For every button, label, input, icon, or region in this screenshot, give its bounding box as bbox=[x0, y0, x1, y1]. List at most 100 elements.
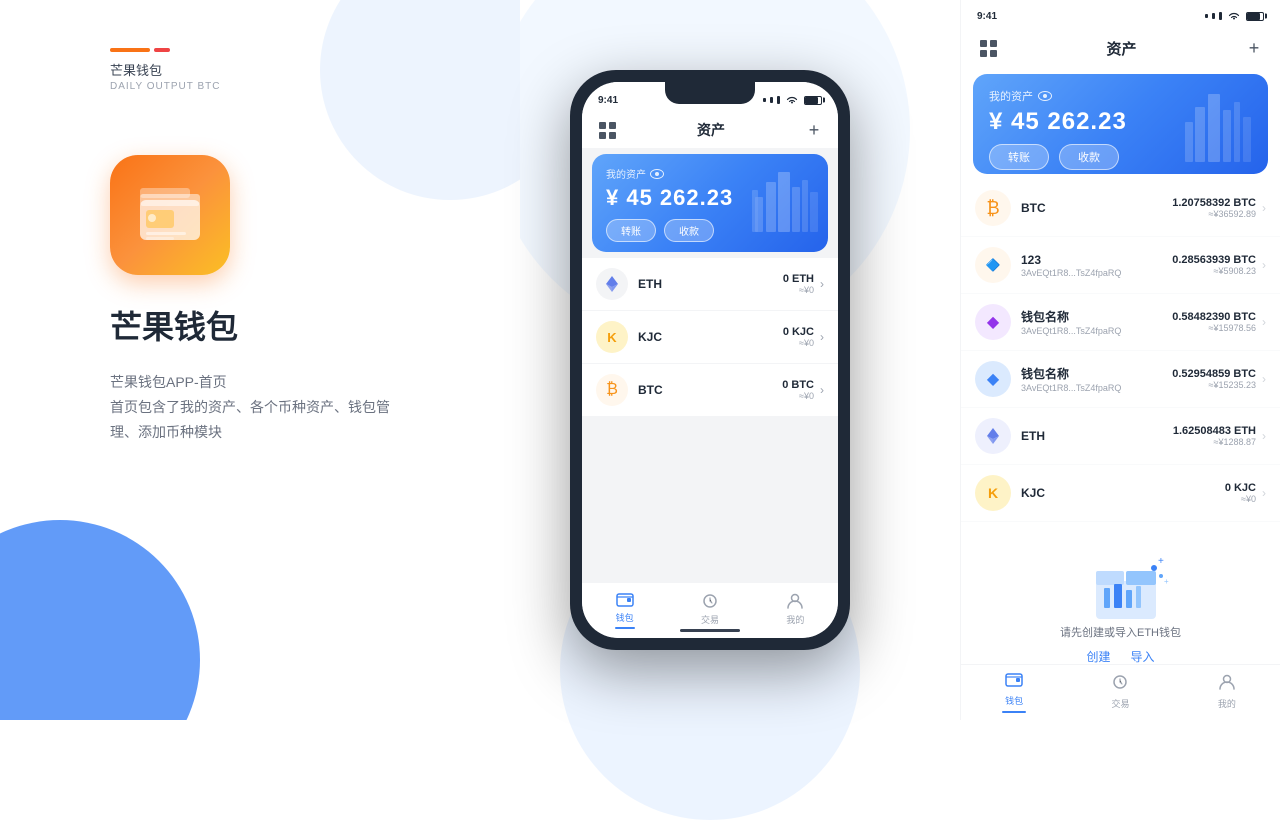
rp-kjc-icon: K bbox=[975, 475, 1011, 511]
rp-eth-balance: 1.62508483 ETH ≈¥1288.87 bbox=[1173, 425, 1256, 447]
nav-tx[interactable]: 交易 bbox=[667, 591, 752, 630]
rp-statusbar: 9:41 bbox=[961, 0, 1280, 28]
signal-bar-2 bbox=[770, 97, 773, 103]
nav-wallet[interactable]: 钱包 bbox=[582, 589, 667, 633]
nav-tx-label: 交易 bbox=[701, 613, 719, 626]
nav-profile[interactable]: 我的 bbox=[753, 591, 838, 630]
phone-header: 资产 + bbox=[582, 112, 838, 148]
rp-grid-dot bbox=[980, 40, 987, 47]
rp-nav-tx[interactable]: 交易 bbox=[1067, 674, 1173, 712]
rp-my-asset-text: 我的资产 bbox=[989, 88, 1033, 104]
rp-grid-dot bbox=[990, 50, 997, 57]
nav-profile-label: 我的 bbox=[786, 613, 804, 626]
svg-text:+: + bbox=[1158, 556, 1164, 567]
signal-bar-1 bbox=[763, 98, 766, 102]
eth-name: ETH bbox=[638, 277, 783, 291]
import-eth-wallet-link[interactable]: 导入 bbox=[1131, 648, 1155, 664]
rp-wallet2-value: ≈¥15235.23 bbox=[1172, 380, 1256, 390]
grid-dot bbox=[609, 122, 616, 129]
rp-wallet1-balance: 0.58482390 BTC ≈¥15978.56 bbox=[1172, 311, 1256, 333]
rp-grid-icon[interactable] bbox=[977, 37, 999, 59]
rp-coin-123[interactable]: 🔷 123 3AvEQt1R8...TsZ4fpaRQ 0.28563939 B… bbox=[961, 237, 1280, 294]
kjc-arrow-icon: › bbox=[820, 330, 824, 344]
tx-nav-icon bbox=[700, 591, 720, 611]
eth-wallet-creation-box: + + 请先创建或导入ETH钱包 创建 导入 bbox=[973, 532, 1268, 664]
battery-icon bbox=[804, 96, 822, 105]
rp-123-info: 123 3AvEQt1R8...TsZ4fpaRQ bbox=[1021, 253, 1172, 278]
rp-wallet-nav-icon bbox=[1005, 671, 1023, 692]
rp-tx-icon-svg bbox=[1111, 674, 1129, 690]
card-illustration bbox=[750, 162, 820, 232]
rp-asset-card: 我的资产 ¥ 45 262.23 转账 收款 bbox=[973, 74, 1268, 174]
wallet-svg-icon bbox=[130, 180, 210, 250]
rp-coin-wallet2[interactable]: ◆ 钱包名称 3AvEQt1R8...TsZ4fpaRQ 0.52954859 … bbox=[961, 351, 1280, 408]
phone-header-title: 资产 bbox=[697, 120, 725, 140]
rp-wallet2-info: 钱包名称 3AvEQt1R8...TsZ4fpaRQ bbox=[1021, 365, 1172, 393]
rp-coin-btc[interactable]: ₿ BTC 1.20758392 BTC ≈¥36592.89 › bbox=[961, 180, 1280, 237]
eth-balance: 0 ETH ≈¥0 bbox=[783, 273, 814, 295]
top-label: 芒果钱包 DAILY OUTPUT BTC bbox=[110, 60, 220, 92]
visibility-icon[interactable] bbox=[650, 169, 664, 179]
rp-profile-icon-svg bbox=[1218, 674, 1236, 690]
rp-nav-active-line bbox=[1002, 711, 1026, 713]
desc-line1: 芒果钱包APP-首页 bbox=[110, 370, 390, 395]
rp-header: 资产 + bbox=[961, 28, 1280, 68]
rp-nav-profile[interactable]: 我的 bbox=[1174, 674, 1280, 712]
phone-screen: 9:41 bbox=[582, 82, 838, 638]
rp-eth-chevron-icon: › bbox=[1262, 429, 1266, 443]
rp-add-button[interactable]: + bbox=[1244, 38, 1264, 58]
rp-wallet2-icon: ◆ bbox=[975, 361, 1011, 397]
rp-nav-wallet[interactable]: 钱包 bbox=[961, 671, 1067, 715]
rp-eth-icon bbox=[975, 418, 1011, 454]
rp-kjc-value: ≈¥0 bbox=[1225, 494, 1256, 504]
city-illustration bbox=[750, 162, 820, 232]
btc-icon: ₿ bbox=[596, 374, 628, 406]
rp-signal-3 bbox=[1219, 12, 1222, 20]
phone-mockup: 9:41 bbox=[570, 70, 850, 650]
rp-grid-dot bbox=[990, 40, 997, 47]
add-asset-button[interactable]: + bbox=[804, 120, 824, 140]
kjc-amount: 0 KJC bbox=[783, 326, 814, 338]
asset-card: 我的资产 ¥ 45 262.23 转账 收款 bbox=[592, 154, 828, 252]
eth-icon bbox=[596, 268, 628, 300]
phone-home-bar bbox=[680, 629, 740, 632]
coin-item-btc[interactable]: ₿ BTC 0 BTC ≈¥0 › bbox=[582, 364, 838, 417]
eth-wallet-action-links: 创建 导入 bbox=[987, 648, 1254, 664]
right-panel: 9:41 资产 + bbox=[960, 0, 1280, 720]
rp-wallet1-info: 钱包名称 3AvEQt1R8...TsZ4fpaRQ bbox=[1021, 308, 1172, 336]
kjc-value: ≈¥0 bbox=[783, 338, 814, 348]
rp-btc-amount: 1.20758392 BTC bbox=[1172, 197, 1256, 209]
transfer-button[interactable]: 转账 bbox=[606, 219, 656, 242]
rp-kjc-info: KJC bbox=[1021, 486, 1225, 500]
grid-menu-icon[interactable] bbox=[596, 119, 618, 141]
rp-grid-dots bbox=[980, 40, 997, 57]
rp-transfer-button[interactable]: 转账 bbox=[989, 144, 1049, 170]
nav-wallet-label: 钱包 bbox=[616, 611, 634, 624]
coin-list: ETH 0 ETH ≈¥0 › K KJC 0 KJC ≈¥0 › bbox=[582, 258, 838, 417]
grid-dots bbox=[599, 122, 616, 139]
eth-value: ≈¥0 bbox=[783, 285, 814, 295]
wifi-icon bbox=[786, 96, 798, 105]
rp-kjc-balance: 0 KJC ≈¥0 bbox=[1225, 482, 1256, 504]
rp-eth-value: ≈¥1288.87 bbox=[1173, 437, 1256, 447]
eth-wallet-svg: + + bbox=[1076, 546, 1176, 621]
rp-eth-amount: 1.62508483 ETH bbox=[1173, 425, 1256, 437]
create-eth-wallet-link[interactable]: 创建 bbox=[1086, 648, 1110, 664]
rp-visibility-icon[interactable] bbox=[1038, 91, 1052, 101]
eth-amount: 0 ETH bbox=[783, 273, 814, 285]
rp-coin-kjc[interactable]: K KJC 0 KJC ≈¥0 › bbox=[961, 465, 1280, 522]
rp-battery-icon bbox=[1246, 12, 1264, 21]
rp-eth-svg bbox=[983, 426, 1003, 446]
app-icon-inner bbox=[130, 180, 210, 250]
kjc-name: KJC bbox=[638, 330, 783, 344]
app-title: 芒果钱包 bbox=[110, 302, 238, 348]
coin-item-kjc[interactable]: K KJC 0 KJC ≈¥0 › bbox=[582, 311, 838, 364]
kjc-icon: K bbox=[596, 321, 628, 353]
rp-wallet-icon-svg bbox=[1005, 671, 1023, 687]
rp-btc-value: ≈¥36592.89 bbox=[1172, 209, 1256, 219]
rp-coin-wallet1[interactable]: ◆ 钱包名称 3AvEQt1R8...TsZ4fpaRQ 0.58482390 … bbox=[961, 294, 1280, 351]
receive-button[interactable]: 收款 bbox=[664, 219, 714, 242]
rp-coin-eth[interactable]: ETH 1.62508483 ETH ≈¥1288.87 › bbox=[961, 408, 1280, 465]
rp-receive-button[interactable]: 收款 bbox=[1059, 144, 1119, 170]
coin-item-eth[interactable]: ETH 0 ETH ≈¥0 › bbox=[582, 258, 838, 311]
